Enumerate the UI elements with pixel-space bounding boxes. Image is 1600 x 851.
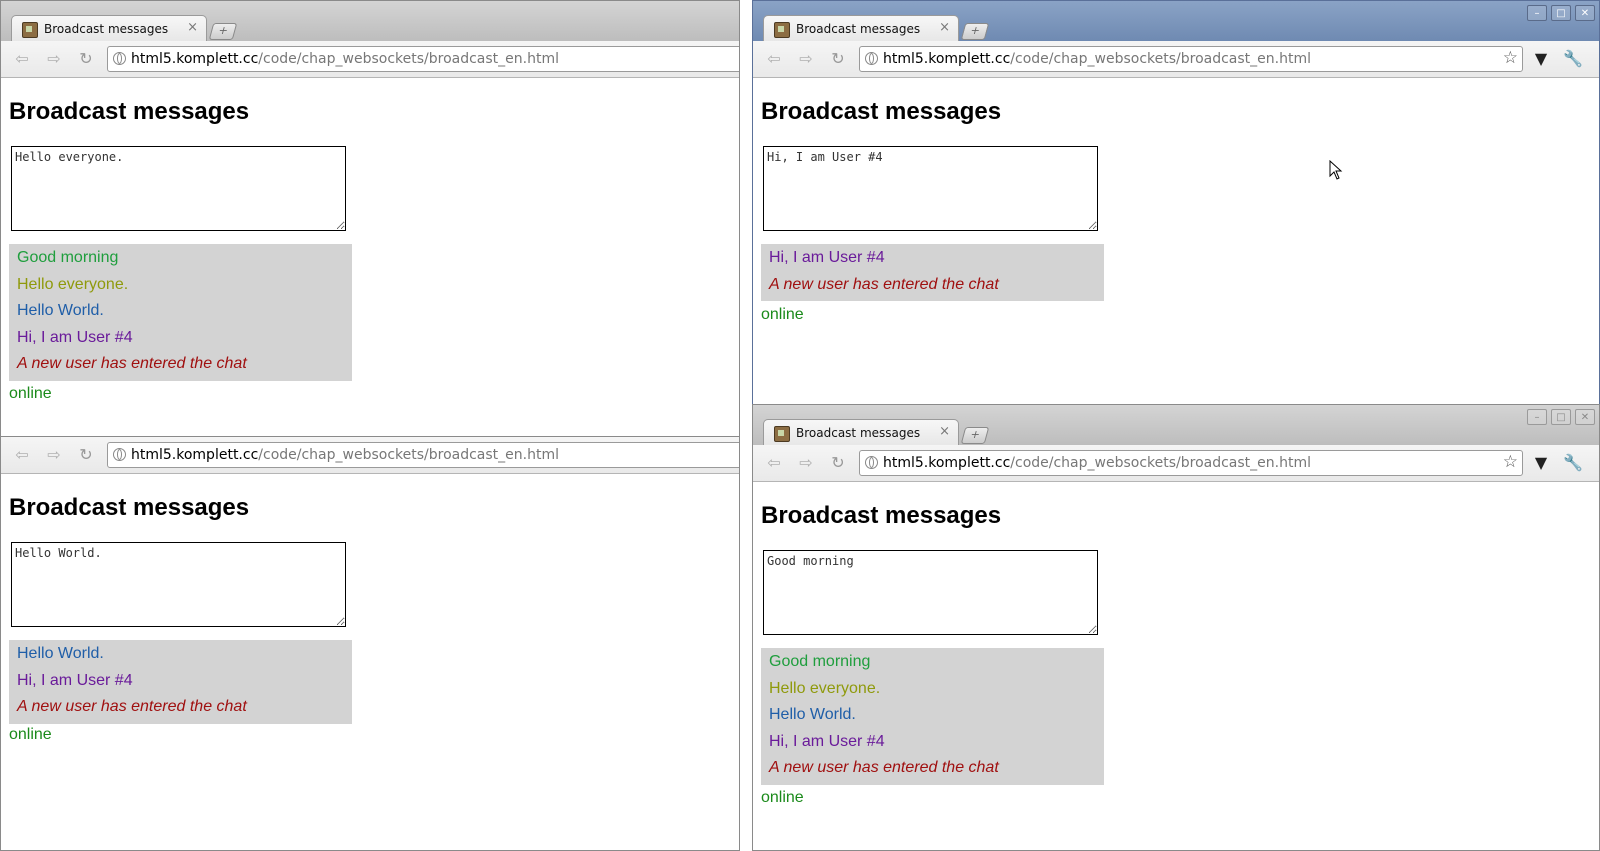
- reload-icon[interactable]: ↻: [75, 444, 97, 466]
- tab-broadcast-messages[interactable]: Broadcast messages ×: [11, 15, 207, 43]
- message-list: Good morning Hello everyone. Hello World. H…: [9, 244, 352, 381]
- maximize-icon[interactable]: □: [1551, 409, 1571, 425]
- wrench-icon[interactable]: 🔧: [1563, 49, 1583, 69]
- chat-message: Hi, I am User #4: [17, 328, 133, 346]
- message-input[interactable]: [763, 146, 1098, 231]
- tab-title: Broadcast messages: [796, 22, 921, 36]
- chat-message: Hello everyone.: [769, 679, 881, 697]
- chat-message: Hi, I am User #4: [769, 732, 885, 750]
- back-arrow-icon[interactable]: ⇦: [763, 48, 785, 70]
- tab-broadcast-messages[interactable]: Broadcast messages ×: [763, 15, 959, 43]
- new-tab-icon[interactable]: +: [960, 427, 990, 444]
- globe-icon: [113, 448, 126, 461]
- system-message: A new user has entered the chat: [769, 275, 999, 293]
- back-arrow-icon[interactable]: ⇦: [11, 444, 33, 466]
- desktop: { "colors": { "green": "#1f9e3d", "olive…: [0, 0, 1600, 851]
- close-window-icon[interactable]: ✕: [1575, 5, 1595, 21]
- chat-message: Good morning: [769, 653, 871, 670]
- page-menu-icon[interactable]: ▼: [1531, 49, 1551, 69]
- status-text: online: [9, 385, 52, 402]
- reload-icon[interactable]: ↻: [827, 452, 849, 474]
- message-input[interactable]: [11, 542, 346, 627]
- favicon-icon: [774, 426, 790, 442]
- browser-toolbar: ⇦ ⇨ ↻ html5.komplett.cc/code/chap_websoc…: [1, 437, 739, 474]
- chat-message: Hello everyone.: [17, 275, 129, 293]
- address-url: html5.komplett.cc/code/chap_websockets/b…: [131, 447, 559, 463]
- favicon-icon: [22, 22, 38, 38]
- status-text: online: [9, 726, 52, 743]
- page-content: Broadcast messages Hi, I am User #4 A new…: [753, 78, 1599, 404]
- page-content: Broadcast messages Hello World. Hi, I am …: [1, 474, 739, 850]
- message-list: Hello World. Hi, I am User #4 A new user h…: [9, 640, 352, 724]
- status-text: online: [761, 789, 804, 806]
- minimize-icon[interactable]: –: [1527, 5, 1547, 21]
- tab-strip: Broadcast messages × +: [1, 1, 739, 43]
- wrench-icon[interactable]: 🔧: [1563, 453, 1583, 473]
- address-url: html5.komplett.cc/code/chap_websockets/b…: [131, 51, 559, 67]
- address-bar[interactable]: html5.komplett.cc/code/chap_websockets/b…: [859, 450, 1523, 476]
- tab-broadcast-messages[interactable]: Broadcast messages ×: [763, 419, 959, 447]
- system-message: A new user has entered the chat: [17, 355, 247, 372]
- page-content: Broadcast messages Good morning Hello eve…: [1, 78, 739, 437]
- forward-arrow-icon[interactable]: ⇨: [795, 48, 817, 70]
- minimize-icon[interactable]: –: [1527, 409, 1547, 425]
- page-title: Broadcast messages: [761, 502, 1002, 529]
- favicon-icon: [774, 22, 790, 38]
- page-title: Broadcast messages: [9, 494, 250, 521]
- reload-icon[interactable]: ↻: [75, 48, 97, 70]
- bookmark-star-icon[interactable]: ☆: [1503, 48, 1518, 68]
- new-tab-icon[interactable]: +: [208, 23, 238, 40]
- page-title: Broadcast messages: [9, 98, 250, 125]
- forward-arrow-icon[interactable]: ⇨: [795, 452, 817, 474]
- system-message: A new user has entered the chat: [769, 759, 999, 776]
- tab-strip: Broadcast messages × + – □ ✕: [753, 405, 1599, 447]
- globe-icon: [113, 52, 126, 65]
- chat-message: Hello World.: [769, 706, 856, 723]
- tab-title: Broadcast messages: [796, 426, 921, 440]
- tab-strip: Broadcast messages × + – □ ✕: [753, 1, 1599, 43]
- browser-toolbar: ⇦ ⇨ ↻ html5.komplett.cc/code/chap_websoc…: [753, 445, 1599, 482]
- message-input[interactable]: [763, 550, 1098, 635]
- new-tab-icon[interactable]: +: [960, 23, 990, 40]
- chat-message: Hi, I am User #4: [17, 671, 133, 689]
- chat-message: Good morning: [17, 249, 119, 266]
- tab-close-icon[interactable]: ×: [187, 20, 198, 35]
- page-content: Broadcast messages Good morning Hello eve…: [753, 482, 1599, 850]
- page-menu-icon[interactable]: ▼: [1531, 453, 1551, 473]
- address-bar[interactable]: html5.komplett.cc/code/chap_websockets/b…: [107, 442, 739, 468]
- status-text: online: [761, 306, 804, 323]
- back-arrow-icon[interactable]: ⇦: [763, 452, 785, 474]
- message-list: Good morning Hello everyone. Hello World. H…: [761, 648, 1104, 785]
- address-bar[interactable]: html5.komplett.cc/code/chap_websockets/b…: [859, 46, 1523, 72]
- browser-toolbar: ⇦ ⇨ ↻ html5.komplett.cc/code/chap_websoc…: [753, 41, 1599, 78]
- address-url: html5.komplett.cc/code/chap_websockets/b…: [883, 51, 1311, 67]
- message-list: Hi, I am User #4 A new user has entered t…: [761, 244, 1104, 301]
- close-window-icon[interactable]: ✕: [1575, 409, 1595, 425]
- tab-title: Broadcast messages: [44, 22, 169, 36]
- forward-arrow-icon[interactable]: ⇨: [43, 48, 65, 70]
- globe-icon: [865, 52, 878, 65]
- browser-window-top-left: Broadcast messages × + ⇦ ⇨ ↻ html5.kompl…: [0, 0, 740, 438]
- browser-window-top-right: Broadcast messages × + – □ ✕ ⇦ ⇨ ↻ html5…: [752, 0, 1600, 405]
- tab-close-icon[interactable]: ×: [939, 20, 950, 35]
- forward-arrow-icon[interactable]: ⇨: [43, 444, 65, 466]
- browser-window-bottom-right: Broadcast messages × + – □ ✕ ⇦ ⇨ ↻ html5…: [752, 404, 1600, 851]
- mouse-pointer-icon: [1329, 160, 1343, 180]
- chat-message: Hi, I am User #4: [769, 249, 885, 266]
- page-title: Broadcast messages: [761, 98, 1002, 125]
- tab-close-icon[interactable]: ×: [939, 424, 950, 439]
- back-arrow-icon[interactable]: ⇦: [11, 48, 33, 70]
- maximize-icon[interactable]: □: [1551, 5, 1571, 21]
- address-bar[interactable]: html5.komplett.cc/code/chap_websockets/b…: [107, 46, 739, 72]
- chat-message: Hello World.: [17, 645, 104, 662]
- address-url: html5.komplett.cc/code/chap_websockets/b…: [883, 455, 1311, 471]
- system-message: A new user has entered the chat: [17, 698, 247, 715]
- bookmark-star-icon[interactable]: ☆: [1503, 452, 1518, 472]
- globe-icon: [865, 456, 878, 469]
- chat-message: Hello World.: [17, 302, 104, 319]
- message-input[interactable]: [11, 146, 346, 231]
- browser-toolbar: ⇦ ⇨ ↻ html5.komplett.cc/code/chap_websoc…: [1, 41, 739, 78]
- reload-icon[interactable]: ↻: [827, 48, 849, 70]
- browser-window-bottom-left: ⇦ ⇨ ↻ html5.komplett.cc/code/chap_websoc…: [0, 436, 740, 851]
